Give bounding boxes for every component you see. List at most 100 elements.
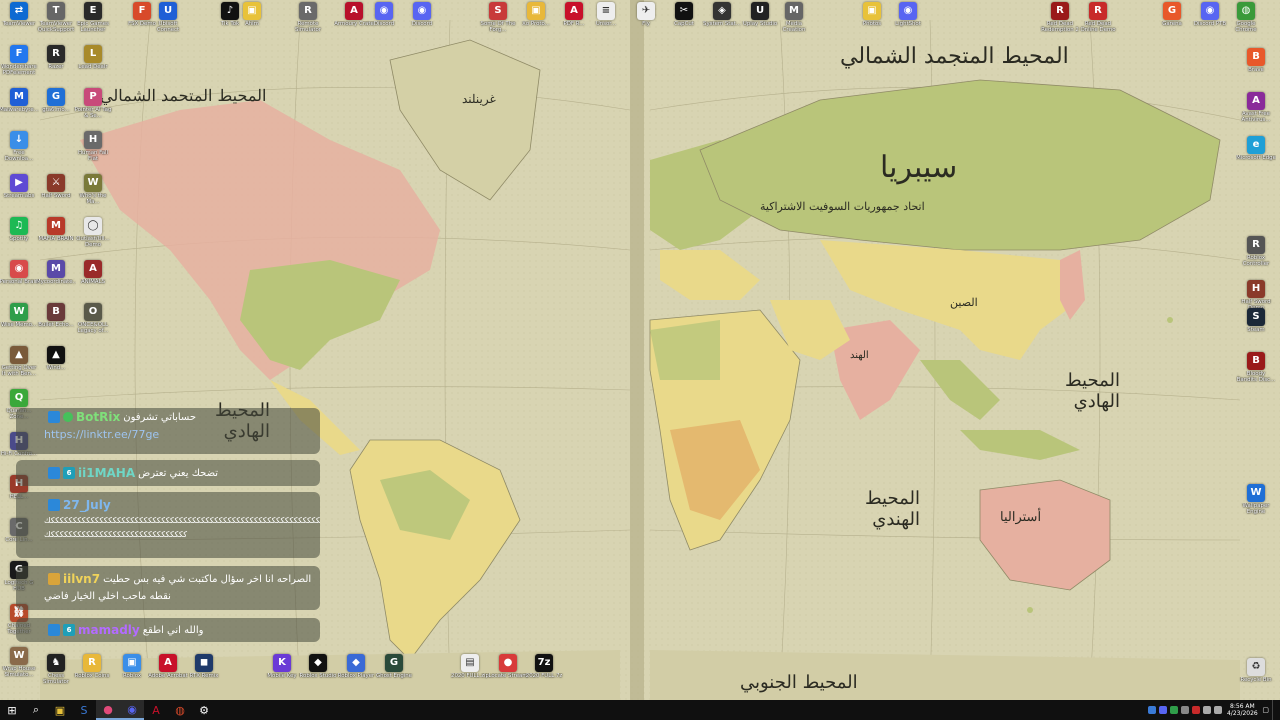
taskbar-start-button[interactable]: ⊞	[0, 700, 24, 720]
desktop-icon-malwarebytes[interactable]: M Malwarebyte...	[0, 88, 39, 126]
chat-username: iilvn7	[63, 572, 101, 586]
desktop-icon-streamlabs[interactable]: ▶ Streamlabs	[0, 174, 39, 212]
desktop-icon-lead[interactable]: L Lead Dealr	[73, 45, 113, 83]
desktop-icon-mafia[interactable]: M MAFIA BRAIN	[36, 217, 76, 255]
desktop-icon-media-creation[interactable]: M Media Creation	[774, 2, 814, 40]
desktop-icon-getting-over-it[interactable]: ▲ Getting Over It with Ben...	[0, 346, 39, 384]
app-icon: M	[47, 260, 65, 278]
wallpaper-engine-icon: W	[1247, 484, 1265, 502]
wifi-icon[interactable]	[1214, 706, 1223, 714]
desktop-icon-system-stat[interactable]: ◈ System Stat...	[702, 2, 742, 40]
desktop-icon-tv-2[interactable]: T TeamViewer QuickSupport	[36, 2, 76, 40]
desktop-icon-unsor[interactable]: ≡ Unsor...	[586, 2, 626, 40]
discord-tray-icon[interactable]	[1159, 706, 1168, 714]
desktop-icon-wallpaper-engine[interactable]: W Wallpaper Engine	[1236, 484, 1276, 522]
desktop-icon-garena[interactable]: G Garena	[1152, 2, 1192, 40]
desktop-icon-mobile-key[interactable]: K Mobile Key	[262, 654, 302, 692]
desktop-icon-windows-demo[interactable]: ▲ Wind...	[36, 346, 76, 384]
desktop-icon-brave[interactable]: B Brave	[1236, 48, 1276, 86]
desktop-icon-roblox-coins[interactable]: R Roblox Coins	[72, 654, 112, 692]
taskbar-obs-button[interactable]: ●	[96, 700, 120, 720]
taskbar-pdf-button[interactable]: A	[144, 700, 168, 720]
desktop-icon-epic[interactable]: E Epic Games Launcher	[73, 2, 113, 40]
map-label-siberia: سيبريا	[880, 150, 958, 185]
desktop-icon-animals[interactable]: A ANIMALS	[73, 260, 113, 298]
bluetooth-icon[interactable]	[1148, 706, 1157, 714]
epic-icon: E	[84, 2, 102, 20]
desktop-icon-vpn-folder[interactable]: ▣ Xo Proto...	[516, 2, 556, 40]
desktop-icon-label: Media Creation	[782, 21, 806, 33]
desktop-icon-teamviewer[interactable]: ⇄ TeamViewer	[0, 2, 39, 40]
desktop-icon-fruits-hill[interactable]: H Human Fall Flat	[73, 131, 113, 169]
clock-date: 4/23/2026	[1226, 710, 1258, 717]
desktop-icon-free-downloader[interactable]: ↓ Free Downloa...	[0, 131, 39, 169]
desktop-icon-outlast[interactable]: ◯ Outlast/Ull... Demo	[73, 217, 113, 255]
notification-icon[interactable]: ▢	[1262, 706, 1269, 714]
desktop-icon-wrap-house[interactable]: W Wrap House Simulato...	[0, 647, 39, 685]
desktop-icon-spotify[interactable]: ♫ Spotify	[0, 217, 39, 255]
desktop-icon-once-legacy[interactable]: O ONCE&OLL Legacy of...	[73, 303, 113, 341]
desktop-icon-edge[interactable]: e Microsoft Edge	[1236, 136, 1276, 174]
speaker-icon[interactable]	[1203, 706, 1212, 714]
desktop-icon-fly[interactable]: ✈ Fly	[626, 2, 666, 40]
game-icon: ▲	[10, 346, 28, 364]
desktop-icon-red-card[interactable]: R Red Dead Online Demo	[1078, 2, 1118, 40]
desktop-icon-label: Chess Simulator	[42, 673, 70, 685]
desktop-icon-label: Avast Free Antivirus...	[1241, 111, 1271, 123]
desktop-icon-roblox-player[interactable]: ◆ Roblox Player	[336, 654, 376, 692]
desktop-icon-red-dead[interactable]: R Red Dead Redemption 2	[1040, 2, 1080, 40]
desktop-icon-roblox-studio[interactable]: ◆ Roblox Studio	[298, 654, 338, 692]
desktop-icon-folder-a[interactable]: ▣ Ahim	[232, 2, 272, 40]
desktop-icon-folder-stuff[interactable]: ▣ Roblox	[112, 654, 152, 692]
nvidia-icon[interactable]	[1170, 706, 1179, 714]
desktop-icon-discord-ptb[interactable]: ◉ Discord PTB	[1190, 2, 1230, 40]
desktop-icon-capcut[interactable]: ✂ CapCut	[664, 2, 704, 40]
desktop-icon-lightshot[interactable]: ◉ LightShot	[888, 2, 928, 40]
desktop-icon-ghost-engine[interactable]: G Ghost Engine	[374, 654, 414, 692]
desktop-icon-7zip[interactable]: 7z 2020 FULL.7z	[524, 654, 564, 692]
desktop-icon-razer[interactable]: R Razer	[36, 45, 76, 83]
taskbar-search-button[interactable]: ⌕	[24, 700, 48, 720]
chat-message-text: الصراحه انا اخر سؤال ماكتبت شي فيه بس حط…	[103, 573, 312, 585]
desktop-icon-antivirus[interactable]: A Avast Free Antivirus...	[1236, 92, 1276, 130]
desktop-icon-acrobat[interactable]: A Adobe Acrobat	[148, 654, 188, 692]
desktop-icon-aurora[interactable]: ◼ RTX Remix	[184, 654, 224, 692]
desktop-icon-recycle-bin[interactable]: ♻ Recycle Bin	[1236, 658, 1276, 696]
desktop-icon-personal-brain[interactable]: ◉ Personal Brain	[0, 260, 39, 298]
chat-username: mamadly	[78, 623, 140, 637]
show-desktop-button[interactable]	[1272, 700, 1276, 720]
desktop-icon-steam[interactable]: S Steam	[1236, 308, 1276, 346]
antivirus-tray-icon[interactable]	[1192, 706, 1201, 714]
desktop-icon-google-chrome[interactable]: ◍ Google Chrome	[1226, 2, 1266, 40]
taskbar-settings-button[interactable]: ⚙	[192, 700, 216, 720]
desktop-icon-paladium[interactable]: P Pointer AI Tag & Se...	[73, 88, 113, 126]
taskbar-discord-button[interactable]: ◉	[120, 700, 144, 720]
network-icon[interactable]	[1181, 706, 1190, 714]
taskbar-file-explorer-button[interactable]: ▣	[48, 700, 72, 720]
taskbar-chrome-button[interactable]: ◍	[168, 700, 192, 720]
desktop-icon-photos-folder[interactable]: ▣ Photos	[852, 2, 892, 40]
media-creation-icon: M	[785, 2, 803, 20]
desktop-icon-gta[interactable]: Ggta6.mo...	[36, 88, 76, 126]
chess-sim-icon: ♞	[47, 654, 65, 672]
desktop-icon-roblox-studio-r[interactable]: R Roblox Controller	[1236, 236, 1276, 274]
desktop-icon-bloody-disc[interactable]: B Bloody Bandits Disc...	[1236, 352, 1276, 390]
desktop-icon-wheel[interactable]: W Who's the Ma...	[73, 174, 113, 212]
desktop-icon-mycoordinate[interactable]: M Mycoordinate...	[36, 260, 76, 298]
desktop-icon-locate[interactable]: ● Locate Stream	[488, 654, 528, 692]
desktop-icon-label: Adobe Acrobat	[148, 673, 188, 679]
desktop-icon-zip-file[interactable]: ▤ 2020 FULL.zip	[450, 654, 490, 692]
desktop-icon-ubisoft[interactable]: U Ubisoft Connect	[148, 2, 188, 40]
desktop-icon-half-sword[interactable]: ⚔ Half Sword	[36, 174, 76, 212]
taskbar-steam-button[interactable]: S	[72, 700, 96, 720]
desktop-icon-some-game[interactable]: S Some Of The Forg...	[478, 2, 518, 40]
desktop-icon-discord-b[interactable]: ◉ Discord	[402, 2, 442, 40]
desktop-icon-wise-memory[interactable]: W Wise Memo...	[0, 303, 39, 341]
desktop-icon-bullet-echo[interactable]: B Bullet Echo...	[36, 303, 76, 341]
desktop-icon-wondershare[interactable]: F Wondershare PDFelement	[0, 45, 39, 83]
desktop-icon-chess-sim[interactable]: ♞ Chess Simulator	[36, 654, 76, 692]
clock[interactable]: 8:56 AM 4/23/2026	[1225, 703, 1259, 717]
chat-link[interactable]: https://linktr.ee/77ge	[16, 426, 320, 444]
desktop-icon-discord-a[interactable]: ◉ Discord	[364, 2, 404, 40]
desktop-icon-remote-sim[interactable]: R Remote Simulator	[288, 2, 328, 40]
